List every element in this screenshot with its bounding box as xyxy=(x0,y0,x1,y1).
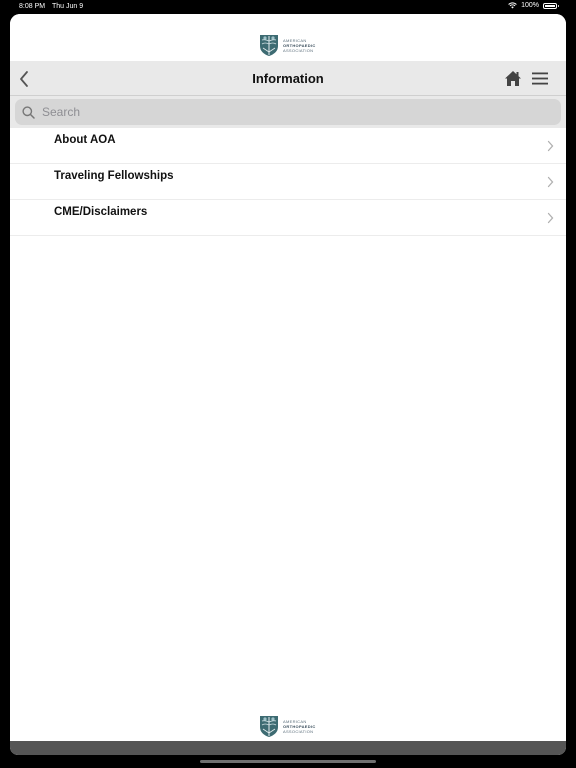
status-bar: 8:08 PM Thu Jun 9 100% xyxy=(0,0,576,14)
aoa-logo-footer: AMERICAN ORTHOPAEDIC ASSOCIATION xyxy=(259,714,316,738)
list-item-label: About AOA xyxy=(54,134,116,146)
battery-icon xyxy=(543,2,559,9)
search-bar xyxy=(10,96,566,128)
page-title: Information xyxy=(252,71,324,86)
logo-wordmark: AMERICAN ORTHOPAEDIC ASSOCIATION xyxy=(283,38,316,53)
app-window: AMERICAN ORTHOPAEDIC ASSOCIATION Informa… xyxy=(10,14,566,755)
search-icon xyxy=(22,106,35,119)
information-list: About AOA Traveling Fellowships CME/Disc… xyxy=(10,128,566,236)
status-indicators: 100% xyxy=(508,2,559,9)
chevron-right-icon xyxy=(547,140,554,152)
status-date: Thu Jun 9 xyxy=(52,3,84,10)
battery-fill xyxy=(545,4,555,7)
list-item-cme-disclaimers[interactable]: CME/Disclaimers xyxy=(10,200,566,236)
hamburger-menu-icon[interactable] xyxy=(531,71,549,86)
home-indicator[interactable] xyxy=(200,760,376,763)
list-item-label: CME/Disclaimers xyxy=(54,206,148,218)
list-item-traveling-fellowships[interactable]: Traveling Fellowships xyxy=(10,164,566,200)
aoa-shield-logo-icon xyxy=(260,35,278,56)
navigation-bar: Information xyxy=(10,61,566,96)
logo-header: AMERICAN ORTHOPAEDIC ASSOCIATION xyxy=(10,14,566,61)
wifi-icon xyxy=(508,2,517,9)
aoa-shield-logo-icon xyxy=(260,716,278,737)
status-time: 8:08 PM xyxy=(19,3,46,10)
search-field[interactable] xyxy=(15,99,561,125)
chevron-right-icon xyxy=(547,176,554,188)
aoa-logo: AMERICAN ORTHOPAEDIC ASSOCIATION xyxy=(259,33,316,57)
battery-percent: 100% xyxy=(521,2,539,9)
ipad-screen: 8:08 PM Thu Jun 9 100% AMERICAN ORTHOPAE… xyxy=(0,0,576,768)
logo-line-3: ASSOCIATION xyxy=(283,728,314,734)
bottom-toolbar xyxy=(10,741,566,755)
list-item-label: Traveling Fellowships xyxy=(54,170,174,182)
chevron-right-icon xyxy=(547,212,554,224)
home-icon[interactable] xyxy=(504,70,522,87)
search-input[interactable] xyxy=(42,102,542,122)
list-item-about-aoa[interactable]: About AOA xyxy=(10,128,566,164)
logo-wordmark: AMERICAN ORTHOPAEDIC ASSOCIATION xyxy=(283,719,316,734)
logo-line-3: ASSOCIATION xyxy=(283,47,314,53)
